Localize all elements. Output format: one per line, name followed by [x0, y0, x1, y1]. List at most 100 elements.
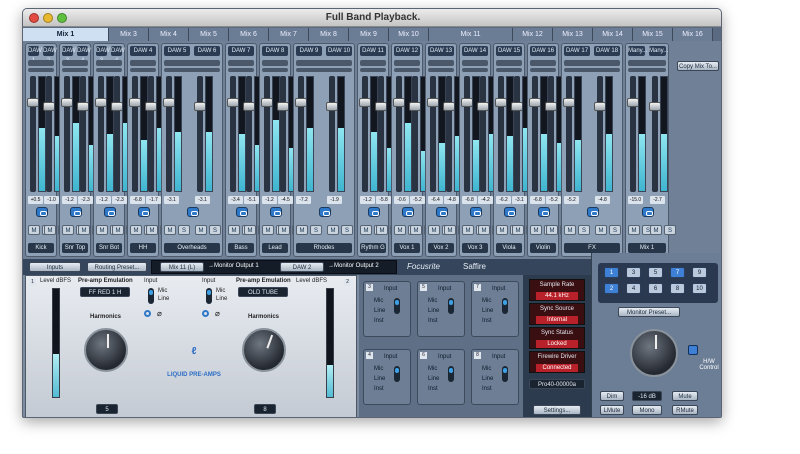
daw-source-select[interactable]: DAW 2 — [280, 262, 324, 272]
tab-mix-15[interactable]: Mix 15 — [633, 28, 673, 41]
monitor-output-button[interactable]: 6 — [648, 283, 663, 294]
preamp-2-emulation-select[interactable]: OLD TUBE — [238, 287, 288, 297]
fader-track[interactable] — [597, 76, 603, 192]
fader-track[interactable] — [532, 76, 538, 192]
pan-slider[interactable] — [628, 68, 666, 72]
channel-name[interactable]: Snr Top — [62, 243, 88, 253]
stereo-link-icon[interactable] — [236, 207, 248, 217]
channel-source-label[interactable]: DAW 14 — [462, 46, 488, 56]
mute-toggle[interactable]: M — [628, 225, 640, 235]
pan-slider[interactable] — [130, 68, 156, 72]
fader-track[interactable] — [362, 76, 368, 192]
mute-toggle[interactable]: M — [360, 225, 372, 235]
settings-button[interactable]: Settings... — [533, 405, 581, 415]
pan-slider[interactable] — [164, 68, 220, 72]
pan-control[interactable] — [96, 60, 122, 66]
preamp-2-phase-icon[interactable]: ⌀ — [215, 309, 220, 318]
channel-source-label[interactable]: Many... — [628, 46, 647, 56]
channel-name[interactable]: Overheads — [164, 243, 220, 253]
input-type-switch[interactable] — [502, 366, 508, 382]
preamp-1-phase-icon[interactable]: ⌀ — [157, 309, 162, 318]
pan-slider[interactable] — [360, 68, 386, 72]
stereo-link-icon[interactable] — [70, 207, 82, 217]
monitor-preset-button[interactable]: Monitor Preset... — [618, 307, 680, 317]
channel-source-label[interactable]: DAW 9 — [296, 46, 322, 56]
channel-source-label[interactable]: DAW 11 — [360, 46, 386, 56]
fader-track[interactable] — [329, 76, 335, 192]
pan-control[interactable] — [296, 60, 352, 66]
fader-track[interactable] — [46, 76, 52, 192]
channel-name[interactable]: Snr Bot — [96, 243, 122, 253]
mute-toggle[interactable]: M — [112, 225, 124, 235]
pan-slider[interactable] — [462, 68, 488, 72]
pan-slider[interactable] — [530, 68, 556, 72]
channel-source-label[interactable]: DAW 16 — [530, 46, 556, 56]
mute-toggle[interactable]: M — [296, 225, 308, 235]
fader-track[interactable] — [548, 76, 554, 192]
fader-track[interactable] — [396, 76, 402, 192]
mute-toggle[interactable]: M — [478, 225, 490, 235]
monitor-volume-knob[interactable] — [630, 329, 678, 377]
copy-mix-button[interactable]: Copy Mix To... — [677, 61, 719, 71]
channel-name[interactable]: Rhodes — [296, 243, 352, 253]
channel-source-label[interactable]: Many... — [649, 46, 668, 56]
channel-name[interactable]: Mix 1 — [628, 243, 666, 253]
channel-name[interactable]: Kick — [28, 243, 54, 253]
mute-toggle[interactable]: M — [130, 225, 142, 235]
fader-track[interactable] — [430, 76, 436, 192]
mute-toggle[interactable]: M — [195, 225, 207, 235]
mute-toggle[interactable]: M — [394, 225, 406, 235]
fader-track[interactable] — [132, 76, 138, 192]
channel-name[interactable]: Viola — [496, 243, 522, 253]
tab-mix-4[interactable]: Mix 4 — [149, 28, 189, 41]
mute-toggle[interactable]: M — [78, 225, 90, 235]
mute-toggle[interactable]: M — [410, 225, 422, 235]
mute-toggle[interactable]: M — [44, 225, 56, 235]
fader-track[interactable] — [280, 76, 286, 192]
pan-control[interactable] — [394, 60, 420, 66]
tab-mix-13[interactable]: Mix 13 — [553, 28, 593, 41]
preamp-1-input-switch[interactable] — [148, 288, 154, 304]
tab-mix-6[interactable]: Mix 6 — [229, 28, 269, 41]
fader-track[interactable] — [378, 76, 384, 192]
mute-toggle[interactable]: M — [595, 225, 607, 235]
monitor-output-button[interactable]: 4 — [626, 283, 641, 294]
pan-control[interactable] — [62, 60, 88, 66]
mute-toggle[interactable]: M — [564, 225, 576, 235]
fader-track[interactable] — [514, 76, 520, 192]
mute-toggle[interactable]: M — [530, 225, 542, 235]
channel-source-label[interactable]: DAW 3 — [62, 46, 76, 64]
fader-track[interactable] — [498, 76, 504, 192]
fader-track[interactable] — [246, 76, 252, 192]
channel-name[interactable]: Vox 2 — [428, 243, 454, 253]
channel-source-label[interactable]: DAW 7 — [228, 46, 254, 56]
mute-toggle[interactable]: M — [96, 225, 108, 235]
channel-name[interactable]: HH — [130, 243, 156, 253]
mute-toggle[interactable]: M — [327, 225, 339, 235]
solo-toggle[interactable]: S — [341, 225, 353, 235]
monitor-output-button[interactable]: 5 — [648, 267, 663, 278]
monitor-output-button[interactable]: 2 — [604, 283, 619, 294]
monitor-output-button[interactable]: 3 — [626, 267, 641, 278]
mute-toggle[interactable]: M — [278, 225, 290, 235]
input-type-switch[interactable] — [448, 298, 454, 314]
fader-track[interactable] — [264, 76, 270, 192]
pan-slider[interactable] — [428, 68, 454, 72]
pan-control[interactable] — [262, 60, 288, 66]
pan-slider[interactable] — [96, 68, 122, 72]
pan-slider[interactable] — [564, 68, 620, 72]
fader-track[interactable] — [630, 76, 636, 192]
mute-toggle[interactable]: M — [444, 225, 456, 235]
input-type-switch[interactable] — [448, 366, 454, 382]
pan-control[interactable] — [428, 60, 454, 66]
stereo-link-icon[interactable] — [270, 207, 282, 217]
pan-control[interactable] — [530, 60, 556, 66]
channel-source-label[interactable]: DAW 13 — [428, 46, 454, 56]
fader-track[interactable] — [464, 76, 470, 192]
solo-toggle[interactable]: S — [578, 225, 590, 235]
mono-button[interactable]: Mono — [632, 405, 662, 415]
solo-toggle[interactable]: S — [178, 225, 190, 235]
fader-track[interactable] — [412, 76, 418, 192]
mute-toggle[interactable]: M — [496, 225, 508, 235]
channel-source-label[interactable]: DAW 3 — [96, 46, 110, 64]
